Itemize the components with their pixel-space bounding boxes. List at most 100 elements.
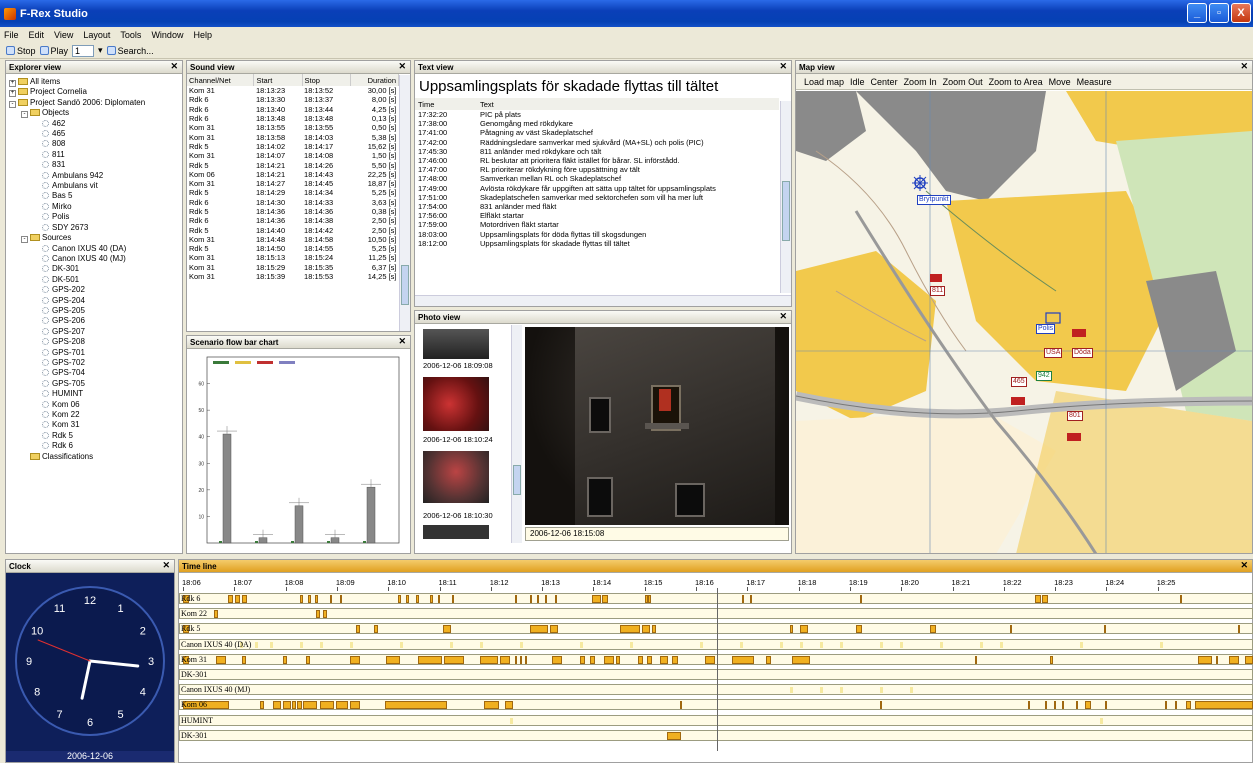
tree-item[interactable]: + Project Cornelia (9, 87, 182, 98)
map-marker-polis[interactable]: Polis (1036, 324, 1056, 334)
timeline-event[interactable] (1035, 595, 1041, 603)
timeline-event[interactable] (1175, 701, 1177, 710)
timeline-marker[interactable] (450, 641, 453, 648)
table-row[interactable]: 17:56:00 Elfläkt startar (415, 211, 779, 220)
table-row[interactable]: Kom 31 18:14:48 18:14:58 10,50 [s] (187, 235, 399, 244)
collapse-icon[interactable]: - (9, 100, 16, 108)
table-row[interactable]: 17:38:00 Genomgång med rökdykare (415, 119, 779, 128)
timeline-event[interactable] (242, 595, 247, 603)
timeline-row[interactable]: DK-301 (179, 669, 1253, 680)
col-stop[interactable]: Stop (302, 74, 351, 86)
menu-tools[interactable]: Tools (120, 30, 141, 40)
map-canvas[interactable] (796, 91, 1252, 554)
table-row[interactable]: Rdk 6 18:13:40 18:13:44 4,25 [s] (187, 105, 399, 114)
timeline-event[interactable] (550, 625, 558, 634)
table-row[interactable]: 17:32:20 PIC på plats (415, 110, 779, 119)
timeline-event[interactable] (604, 655, 614, 664)
timeline-event[interactable] (315, 595, 318, 603)
table-row[interactable]: 18:12:00 Uppsamlingsplats för skadade fly… (415, 239, 779, 248)
tree-item[interactable]: Rdk 5 (9, 431, 182, 441)
photo-scrollbar[interactable] (511, 325, 522, 543)
photo-thumbnail[interactable] (423, 329, 489, 359)
timeline-event[interactable] (1165, 701, 1167, 710)
timeline-event[interactable] (1245, 655, 1253, 664)
timeline-marker[interactable] (820, 641, 823, 648)
photo-thumbnail[interactable] (423, 451, 489, 503)
timeline-event[interactable] (732, 655, 754, 664)
tree-item-classifications[interactable]: Classifications (9, 452, 182, 462)
timeline-event[interactable] (638, 655, 643, 664)
timeline-event[interactable] (975, 655, 977, 664)
tree-item[interactable]: GPS-206 (9, 316, 182, 326)
timeline-event[interactable] (484, 701, 499, 710)
timeline-event[interactable] (385, 701, 447, 710)
timeline-marker[interactable] (840, 641, 843, 648)
tree-item[interactable]: GPS-701 (9, 348, 182, 358)
timeline-event[interactable] (1045, 701, 1047, 710)
timeline-row[interactable]: Canon IXUS 40 (MJ) (179, 684, 1253, 696)
timeline-event[interactable] (452, 595, 454, 603)
table-row[interactable]: Rdk 6 18:14:36 18:14:38 2,50 [s] (187, 216, 399, 225)
sound-close-icon[interactable]: ✕ (398, 61, 406, 72)
tree-item-objects[interactable]: - Objects (9, 108, 182, 119)
tree-item-sources[interactable]: - Sources (9, 233, 182, 244)
timeline-event[interactable] (386, 655, 400, 664)
timeline-event[interactable] (537, 595, 539, 603)
timeline-event[interactable] (443, 625, 451, 634)
timeline-event[interactable] (1085, 701, 1091, 710)
timeline-event[interactable] (660, 655, 668, 664)
timeline-event[interactable] (480, 655, 498, 664)
tree-item[interactable]: GPS-205 (9, 306, 182, 316)
table-row[interactable]: Rdk 5 18:14:36 18:14:36 0,38 [s] (187, 207, 399, 216)
timeline-marker[interactable] (800, 641, 803, 648)
table-row[interactable]: 17:47:00 RL prioriterar rökdykning före u… (415, 165, 779, 174)
map-marker-brytpunkt[interactable]: Brytpunkt (917, 195, 951, 205)
timeline-event[interactable] (592, 595, 601, 603)
map-marker-801[interactable]: 801 (1067, 411, 1083, 421)
play-button[interactable]: Play (39, 46, 68, 56)
tree-item[interactable]: Bas 5 (9, 191, 182, 201)
timeline-event[interactable] (374, 625, 378, 634)
text-close-icon[interactable]: ✕ (779, 61, 787, 72)
tree-item[interactable]: GPS-207 (9, 327, 182, 337)
menu-edit[interactable]: Edit (29, 30, 45, 40)
table-row[interactable]: Rdk 5 18:14:50 18:14:55 5,25 [s] (187, 244, 399, 253)
timeline-event[interactable] (1076, 701, 1078, 710)
menu-view[interactable]: View (54, 30, 73, 40)
map-load-button[interactable]: Load map (804, 77, 844, 87)
map-marker-doda[interactable]: Döda (1072, 348, 1093, 358)
tree-item[interactable]: - Project Sandö 2006: Diplomaten (9, 98, 182, 108)
timeline-event[interactable] (430, 595, 433, 603)
timeline-marker[interactable] (790, 687, 793, 694)
col-text[interactable]: Text (477, 98, 779, 110)
expand-icon[interactable]: + (9, 80, 16, 87)
timeline-event[interactable] (856, 625, 862, 634)
text-hscrollbar[interactable] (415, 295, 791, 306)
table-row[interactable]: 17:48:00 Samverkan mellan RL och Skadepla… (415, 174, 779, 183)
tree-item[interactable]: GPS-702 (9, 358, 182, 368)
timeline-event[interactable] (1054, 701, 1056, 710)
tree-item[interactable]: + All items (9, 77, 182, 87)
tree-item[interactable]: 465 (9, 129, 182, 139)
table-row[interactable]: Rdk 6 18:14:30 18:14:33 3,63 [s] (187, 198, 399, 207)
table-row[interactable]: 17:49:00 Avlösta rökdykare får uppgiften … (415, 184, 779, 193)
timeline-event[interactable] (647, 655, 652, 664)
menu-file[interactable]: File (4, 30, 19, 40)
timeline-event[interactable] (1050, 655, 1053, 664)
timeline-event[interactable] (323, 610, 327, 619)
collapse-icon[interactable]: - (21, 111, 28, 119)
timeline-row[interactable]: Canon IXUS 40 (DA) (179, 638, 1253, 650)
timeline-event[interactable] (1238, 625, 1240, 634)
tree-item[interactable]: Kom 06 (9, 400, 182, 410)
table-row[interactable]: Kom 31 18:14:27 18:14:45 18,87 [s] (187, 179, 399, 188)
timeline-event[interactable] (297, 701, 302, 710)
tree-item[interactable]: Kom 22 (9, 410, 182, 420)
timeline-event[interactable] (283, 655, 287, 664)
timeline-marker[interactable] (820, 687, 823, 694)
map-marker-usa[interactable]: USA (1044, 348, 1063, 358)
timeline-marker[interactable] (700, 641, 703, 648)
search-button[interactable]: Search... (106, 46, 154, 56)
tree-item[interactable]: SDY 2673 (9, 223, 182, 233)
speed-input[interactable]: 1 (72, 44, 95, 57)
tree-item[interactable]: Kom 31 (9, 420, 182, 430)
